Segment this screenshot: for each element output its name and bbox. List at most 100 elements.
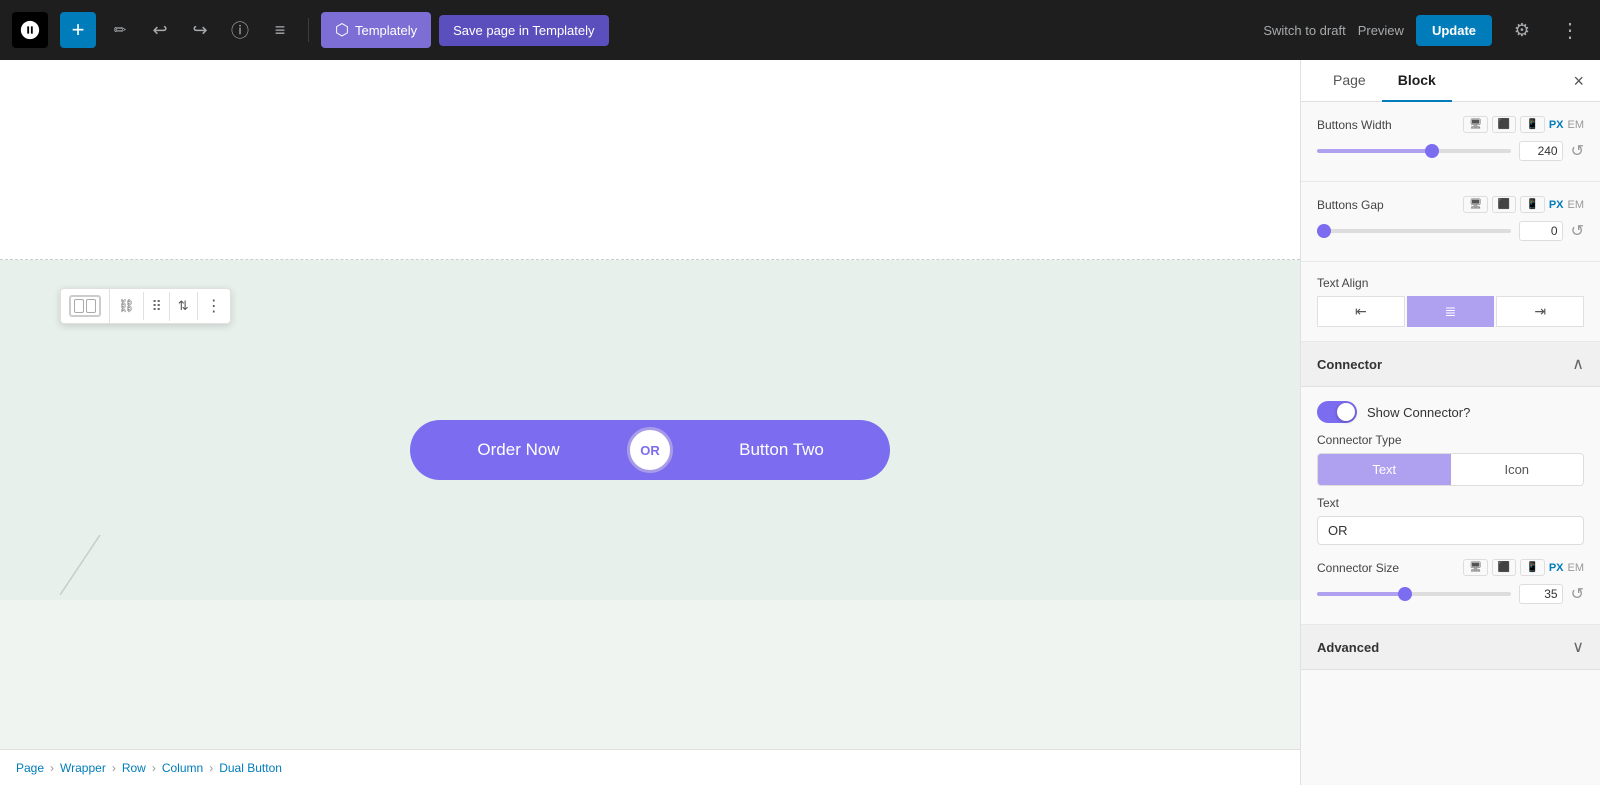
connector-size-mobile-icon[interactable]: 📱 bbox=[1520, 559, 1544, 576]
buttons-gap-em[interactable]: EM bbox=[1568, 199, 1585, 211]
connector-body: Show Connector? Connector Type Text Icon… bbox=[1301, 387, 1600, 625]
buttons-gap-mobile-icon[interactable]: 📱 bbox=[1520, 196, 1544, 213]
buttons-width-tablet-icon[interactable]: ⬛ bbox=[1492, 116, 1516, 133]
connector-type-icon-button[interactable]: Icon bbox=[1451, 454, 1584, 485]
preview-button[interactable]: Preview bbox=[1358, 23, 1404, 38]
connector-size-label: Connector Size bbox=[1317, 561, 1463, 575]
drag-icon: ⠿ bbox=[152, 298, 161, 315]
align-center-icon: ≣ bbox=[1445, 303, 1457, 320]
connector-size-px[interactable]: PX bbox=[1549, 562, 1564, 574]
breadcrumb-page[interactable]: Page bbox=[16, 761, 44, 775]
connector-size-units: 🖥 ⬛ 📱 PX EM bbox=[1463, 559, 1584, 576]
button-two-button[interactable]: Button Two bbox=[673, 440, 890, 460]
connector-section-label: Connector bbox=[1317, 357, 1382, 372]
panel-body: Buttons Width 🖥 ⬛ 📱 PX EM 240 ↺ bbox=[1301, 102, 1600, 785]
buttons-width-slider[interactable] bbox=[1317, 149, 1511, 153]
info-button[interactable]: ⓘ bbox=[224, 14, 256, 46]
toolbar-separator bbox=[308, 18, 309, 42]
wp-logo[interactable] bbox=[12, 12, 48, 48]
connector-size-em[interactable]: EM bbox=[1568, 562, 1585, 574]
breadcrumb: Page › Wrapper › Row › Column › Dual But… bbox=[0, 749, 1300, 785]
buttons-width-em[interactable]: EM bbox=[1568, 119, 1585, 131]
drag-handle[interactable]: ⠿ bbox=[144, 292, 170, 321]
buttons-gap-desktop-icon[interactable]: 🖥 bbox=[1463, 196, 1488, 213]
buttons-gap-slider[interactable] bbox=[1317, 229, 1511, 233]
breadcrumb-wrapper[interactable]: Wrapper bbox=[60, 761, 106, 775]
buttons-gap-tablet-icon[interactable]: ⬛ bbox=[1492, 196, 1516, 213]
tab-block[interactable]: Block bbox=[1382, 60, 1452, 102]
canvas-section-bottom bbox=[0, 600, 1300, 749]
templately-button[interactable]: ⬡ Templately bbox=[321, 12, 431, 48]
text-align-buttons: ⇤ ≣ ⇥ bbox=[1317, 296, 1584, 327]
save-templately-button[interactable]: Save page in Templately bbox=[439, 15, 608, 46]
buttons-gap-units: 🖥 ⬛ 📱 PX EM bbox=[1463, 196, 1584, 213]
connector-size-slider[interactable] bbox=[1317, 592, 1511, 596]
connector-type-text-button[interactable]: Text bbox=[1318, 454, 1451, 485]
connector-type-label: Connector Type bbox=[1317, 433, 1584, 447]
order-now-button[interactable]: Order Now bbox=[410, 440, 627, 460]
show-connector-toggle[interactable] bbox=[1317, 401, 1357, 423]
buttons-gap-control-row: Buttons Gap 🖥 ⬛ 📱 PX EM bbox=[1317, 196, 1584, 213]
connector-size-reset[interactable]: ↺ bbox=[1571, 584, 1584, 604]
buttons-gap-value[interactable]: 0 bbox=[1519, 221, 1563, 241]
connector-chevron-icon: ∧ bbox=[1572, 354, 1584, 374]
add-block-button[interactable]: + bbox=[60, 12, 96, 48]
canvas-main[interactable]: ⛓ ⠿ ⇅ ⋮ Order Now bbox=[0, 60, 1300, 749]
connector-circle: OR bbox=[627, 427, 673, 473]
templately-icon: ⬡ bbox=[335, 20, 349, 40]
canvas-section-middle: ⛓ ⠿ ⇅ ⋮ Order Now bbox=[0, 260, 1300, 600]
canvas-scroll-container: ⛓ ⠿ ⇅ ⋮ Order Now bbox=[0, 60, 1300, 749]
connector-size-tablet-icon[interactable]: ⬛ bbox=[1492, 559, 1516, 576]
connector-section-header[interactable]: Connector ∧ bbox=[1301, 342, 1600, 387]
buttons-width-desktop-icon[interactable]: 🖥 bbox=[1463, 116, 1488, 133]
block-more-options[interactable]: ⋮ bbox=[198, 290, 230, 322]
dual-button-widget[interactable]: Order Now OR Button Two bbox=[410, 420, 890, 480]
connector-text: OR bbox=[640, 443, 660, 458]
buttons-width-mobile-icon[interactable]: 📱 bbox=[1520, 116, 1544, 133]
move-arrows[interactable]: ⇅ bbox=[170, 292, 198, 320]
advanced-section-header[interactable]: Advanced ∨ bbox=[1301, 625, 1600, 670]
align-left-button[interactable]: ⇤ bbox=[1317, 296, 1405, 327]
connector-size-value[interactable]: 35 bbox=[1519, 584, 1563, 604]
redo-button[interactable]: ↪ bbox=[184, 14, 216, 46]
buttons-gap-section: Buttons Gap 🖥 ⬛ 📱 PX EM 0 ↺ bbox=[1301, 182, 1600, 262]
breadcrumb-sep3: › bbox=[152, 761, 156, 775]
tab-page[interactable]: Page bbox=[1317, 60, 1382, 102]
settings-gear-button[interactable]: ⚙ bbox=[1504, 12, 1540, 48]
buttons-width-label: Buttons Width bbox=[1317, 118, 1463, 132]
buttons-width-value[interactable]: 240 bbox=[1519, 141, 1563, 161]
switch-draft-button[interactable]: Switch to draft bbox=[1263, 23, 1345, 38]
edit-button[interactable]: ✏ bbox=[104, 14, 136, 46]
buttons-width-slider-row: 240 ↺ bbox=[1317, 141, 1584, 161]
pencil-icon: ✏ bbox=[114, 21, 127, 39]
more-options-button[interactable]: ⋮ bbox=[1552, 12, 1588, 48]
show-connector-row: Show Connector? bbox=[1317, 401, 1584, 423]
align-right-button[interactable]: ⇥ bbox=[1496, 296, 1584, 327]
undo-button[interactable]: ↩ bbox=[144, 14, 176, 46]
show-connector-label: Show Connector? bbox=[1367, 405, 1470, 420]
panel-close-button[interactable]: × bbox=[1573, 72, 1584, 90]
breadcrumb-column[interactable]: Column bbox=[162, 761, 203, 775]
buttons-gap-reset[interactable]: ↺ bbox=[1571, 221, 1584, 241]
breadcrumb-dual-button[interactable]: Dual Button bbox=[219, 761, 282, 775]
buttons-width-px[interactable]: PX bbox=[1549, 119, 1564, 131]
connector-size-desktop-icon[interactable]: 🖥 bbox=[1463, 559, 1488, 576]
right-panel: Page Block × Buttons Width 🖥 ⬛ 📱 PX EM bbox=[1300, 60, 1600, 785]
link-icon[interactable]: ⛓ bbox=[110, 292, 144, 320]
text-align-section: Text Align ⇤ ≣ ⇥ bbox=[1301, 262, 1600, 342]
main-layout: ⛓ ⠿ ⇅ ⋮ Order Now bbox=[0, 60, 1600, 785]
list-view-button[interactable]: ≡ bbox=[264, 14, 296, 46]
align-center-button[interactable]: ≣ bbox=[1407, 296, 1495, 327]
connector-size-wrapper: Connector Size 🖥 ⬛ 📱 PX EM 35 ↺ bbox=[1317, 559, 1584, 604]
buttons-gap-px[interactable]: PX bbox=[1549, 199, 1564, 211]
update-button[interactable]: Update bbox=[1416, 15, 1492, 46]
block-toolbar: ⛓ ⠿ ⇅ ⋮ bbox=[60, 288, 231, 324]
toggle-track bbox=[1317, 401, 1357, 423]
align-right-icon: ⇥ bbox=[1534, 303, 1546, 320]
block-type-selector[interactable] bbox=[61, 289, 110, 323]
breadcrumb-row[interactable]: Row bbox=[122, 761, 146, 775]
buttons-width-reset[interactable]: ↺ bbox=[1571, 141, 1584, 161]
buttons-gap-slider-row: 0 ↺ bbox=[1317, 221, 1584, 241]
connector-text-input[interactable] bbox=[1317, 516, 1584, 545]
connector-text-field-label: Text bbox=[1317, 496, 1584, 510]
